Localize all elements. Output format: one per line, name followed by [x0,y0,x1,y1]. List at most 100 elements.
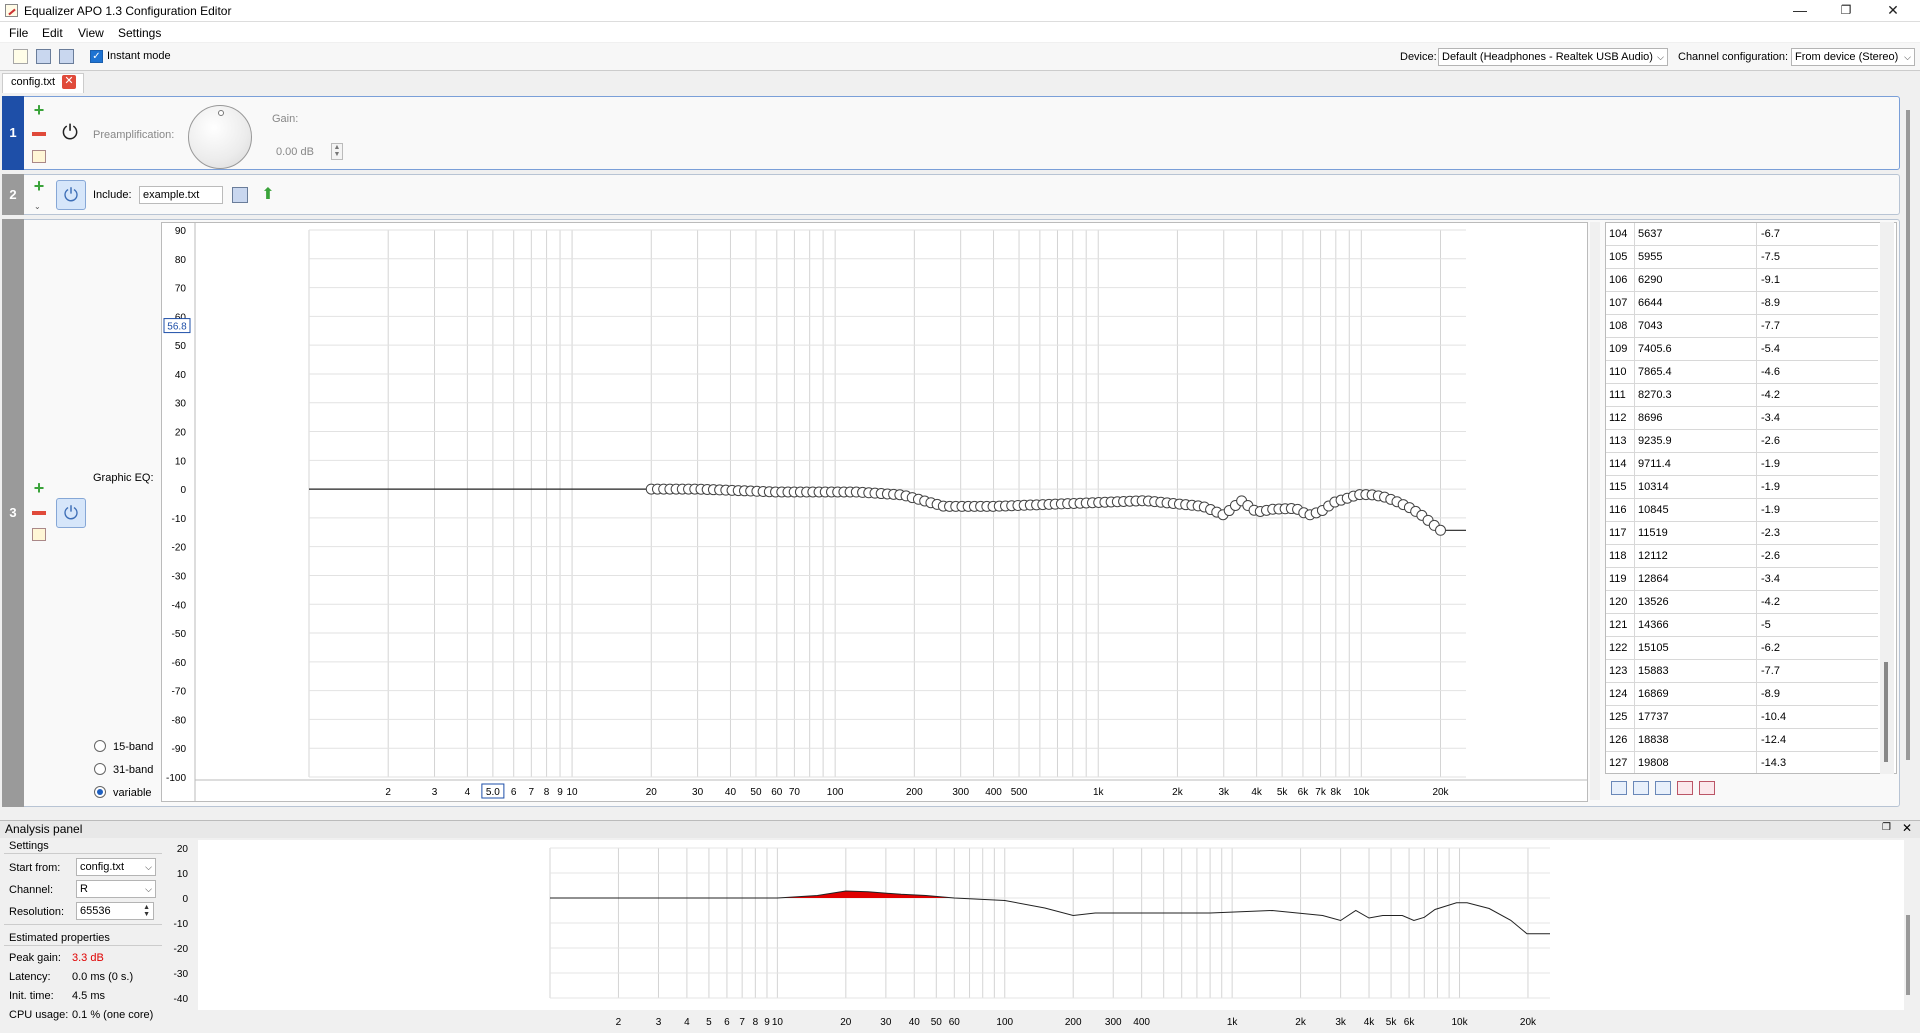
table-row[interactable]: 106 6290 -9.1 [1606,269,1878,292]
table-cell-gain: -3.4 [1761,573,1780,585]
table-row[interactable]: 121 14366 -5 [1606,614,1878,637]
close-button[interactable]: ✕ [1870,0,1916,22]
x-tick-label: 1k [1093,787,1105,798]
table-cell-freq: 9235.9 [1638,435,1672,447]
channel-select[interactable]: R ⌵ [76,880,156,898]
add-filter-icon[interactable]: + [32,177,46,195]
column-divider [1634,338,1635,361]
table-row[interactable]: 122 15105 -6.2 [1606,637,1878,660]
remove-filter-icon[interactable] [32,511,46,515]
table-row[interactable]: 123 15883 -7.7 [1606,660,1878,683]
graphic-eq-chart[interactable]: 9080706050403020100-10-20-30-40-50-60-70… [161,222,1588,802]
y-tick-label: 30 [175,399,187,410]
float-panel-icon[interactable]: ❐ [1882,822,1891,833]
save-as-icon[interactable] [59,49,74,64]
add-filter-icon[interactable]: + [32,101,46,119]
new-file-icon[interactable] [13,49,28,64]
upload-icon[interactable]: ⬆ [259,186,277,204]
y-tick-label: 20 [177,844,189,855]
resolution-input[interactable]: 65536 ▲ ▼ [76,902,154,920]
gain-stepper[interactable]: ▲ ▼ [331,143,343,160]
menu-file[interactable]: File [9,26,28,40]
x-tick-label: 40 [725,787,737,798]
table-invert-icon[interactable] [1677,781,1693,795]
eq-table[interactable]: 104 5637 -6.7 105 5955 -7.5 106 6290 -9.1 107 6644… [1605,222,1897,774]
table-open-icon[interactable] [1611,781,1627,795]
expand-icon[interactable]: ⌄ [34,202,41,211]
menu-settings[interactable]: Settings [118,26,161,40]
restore-button[interactable]: ❐ [1823,0,1869,22]
power-toggle-icon[interactable]: ⏻ [56,498,86,528]
table-cell-freq: 10845 [1638,504,1669,516]
power-icon[interactable]: ⏻ [58,121,82,145]
remove-filter-icon[interactable] [32,132,46,136]
tab-close-icon[interactable]: ✕ [62,75,76,89]
table-row[interactable]: 111 8270.3 -4.2 [1606,384,1878,407]
x-tick-label: 300 [1105,1017,1122,1028]
radio-variable[interactable] [94,786,106,798]
channel-config-select[interactable]: From device (Stereo) ⌵ [1791,48,1915,66]
table-cell-gain: -1.9 [1761,504,1780,516]
table-save-icon[interactable] [1633,781,1649,795]
x-tick-label: 100 [996,1017,1013,1028]
minimize-button[interactable]: — [1777,0,1823,22]
table-row[interactable]: 105 5955 -7.5 [1606,246,1878,269]
table-row[interactable]: 113 9235.9 -2.6 [1606,430,1878,453]
radio-15-band[interactable] [94,740,106,752]
table-row[interactable]: 116 10845 -1.9 [1606,499,1878,522]
x-tick-label: 3k [1335,1017,1347,1028]
table-scrollbar[interactable] [1880,222,1894,774]
column-divider [1756,499,1757,522]
filter-number-2: 2 [2,174,24,215]
table-cell-freq: 10314 [1638,481,1669,493]
eq-scrollbar[interactable] [1590,222,1600,800]
table-row[interactable]: 112 8696 -3.4 [1606,407,1878,430]
add-filter-icon[interactable]: + [32,479,46,497]
table-row[interactable]: 115 10314 -1.9 [1606,476,1878,499]
edit-icon[interactable] [32,150,46,163]
table-cell-index: 106 [1609,274,1628,286]
device-label: Device: [1400,51,1437,63]
stepper-icon[interactable]: ▲ ▼ [143,904,150,918]
include-file-input[interactable]: example.txt [139,186,223,204]
table-row[interactable]: 109 7405.6 -5.4 [1606,338,1878,361]
column-divider [1634,545,1635,568]
table-cell-index: 116 [1609,504,1627,516]
close-panel-icon[interactable]: ✕ [1902,821,1912,835]
menu-edit[interactable]: Edit [42,26,63,40]
table-row[interactable]: 125 17737 -10.4 [1606,706,1878,729]
power-toggle-icon[interactable]: ⏻ [56,180,86,210]
table-row[interactable]: 118 12112 -2.6 [1606,545,1878,568]
table-row[interactable]: 124 16869 -8.9 [1606,683,1878,706]
table-import-icon[interactable] [1655,781,1671,795]
table-row[interactable]: 126 18838 -12.4 [1606,729,1878,752]
table-normalize-icon[interactable] [1699,781,1715,795]
table-row[interactable]: 110 7865.4 -4.6 [1606,361,1878,384]
edit-icon[interactable] [32,528,46,541]
open-file-icon[interactable] [232,187,248,203]
x-tick-label: 500 [1011,787,1028,798]
table-row[interactable]: 120 13526 -4.2 [1606,591,1878,614]
start-from-label: Start from: [9,862,61,874]
column-divider [1634,614,1635,637]
analysis-scrollbar-thumb[interactable] [1906,915,1910,995]
start-from-select[interactable]: config.txt ⌵ [76,858,156,876]
table-row[interactable]: 104 5637 -6.7 [1606,223,1878,246]
table-row[interactable]: 107 6644 -8.9 [1606,292,1878,315]
x-tick-label: 6 [511,787,517,798]
device-select[interactable]: Default (Headphones - Realtek USB Audio)… [1438,48,1668,66]
column-divider [1634,384,1635,407]
radio-31-band[interactable] [94,763,106,775]
x-tick-label: 5.0 [486,787,500,798]
menu-view[interactable]: View [78,26,104,40]
main-scrollbar-thumb[interactable] [1906,110,1910,760]
table-row[interactable]: 119 12864 -3.4 [1606,568,1878,591]
table-row[interactable]: 114 9711.4 -1.9 [1606,453,1878,476]
analysis-panel-title: Analysis panel [5,822,83,836]
table-row[interactable]: 108 7043 -7.7 [1606,315,1878,338]
table-row[interactable]: 117 11519 -2.3 [1606,522,1878,545]
instant-mode-checkbox[interactable]: ✓ [90,50,103,63]
table-scrollbar-thumb[interactable] [1884,662,1888,762]
save-icon[interactable] [36,49,51,64]
table-row[interactable]: 127 19808 -14.3 [1606,752,1878,773]
